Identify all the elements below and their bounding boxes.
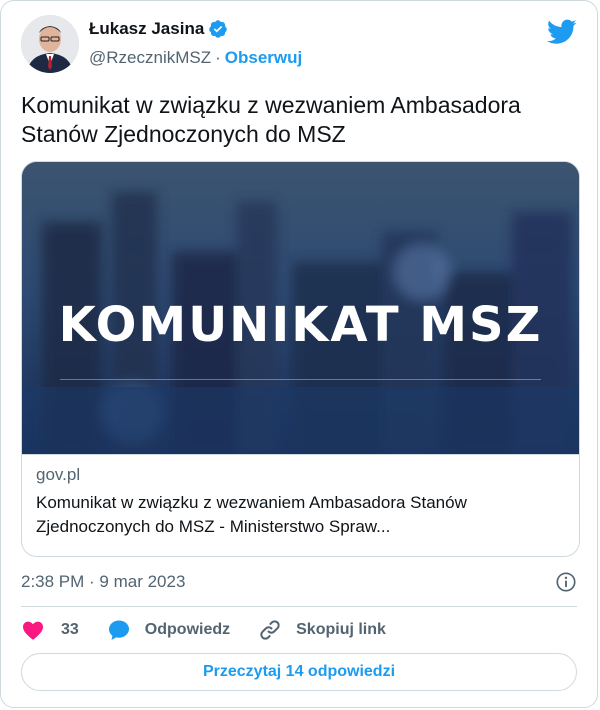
tweet-actions: 33 Odpowiedz Skopiuj link <box>21 616 577 644</box>
link-preview-image: KOMUNIKAT MSZ <box>22 162 579 454</box>
tweet-timestamp[interactable]: 2:38 PM · 9 mar 2023 <box>21 572 185 592</box>
like-button[interactable]: 33 <box>21 618 79 642</box>
tweet-header: Łukasz Jasina @RzecznikMSZ · Obserwuj <box>21 15 577 75</box>
copy-link-button[interactable]: Skopiuj link <box>258 618 386 642</box>
author-handle-row: @RzecznikMSZ · Obserwuj <box>89 48 302 68</box>
tweet-embed-card: Łukasz Jasina @RzecznikMSZ · Obserwuj Ko… <box>0 0 598 708</box>
link-image-divider <box>60 379 541 380</box>
avatar-portrait-icon <box>21 15 79 73</box>
reply-button[interactable]: Odpowiedz <box>107 618 230 642</box>
tweet-text: Komunikat w związku z wezwaniem Ambasado… <box>21 92 521 147</box>
read-replies-label: Przeczytaj 14 odpowiedzi <box>202 663 396 680</box>
verified-badge-icon <box>209 20 228 38</box>
copy-link-label: Skopiuj link <box>296 621 386 638</box>
link-image-title: KOMUNIKAT MSZ <box>58 297 543 353</box>
heart-icon <box>23 621 43 640</box>
speech-bubble-icon <box>108 620 129 640</box>
link-preview-meta: gov.pl Komunikat w związku z wezwaniem A… <box>22 454 579 556</box>
link-title: Komunikat w związku z wezwaniem Ambasado… <box>36 493 467 536</box>
divider <box>21 606 577 607</box>
author-avatar[interactable] <box>21 15 79 73</box>
link-preview-card[interactable]: KOMUNIKAT MSZ gov.pl Komunikat w związku… <box>21 161 580 557</box>
author-name-row: Łukasz Jasina <box>89 19 228 39</box>
link-domain: gov.pl <box>36 465 81 484</box>
separator-dot: · <box>215 48 221 67</box>
timestamp-row: 2:38 PM · 9 mar 2023 <box>21 570 577 594</box>
like-count: 33 <box>61 621 79 638</box>
author-handle[interactable]: @RzecznikMSZ <box>89 48 211 68</box>
link-icon <box>260 620 280 640</box>
reply-label: Odpowiedz <box>144 621 231 638</box>
author-name[interactable]: Łukasz Jasina <box>89 19 204 39</box>
twitter-bird-icon[interactable] <box>547 19 577 45</box>
info-icon[interactable] <box>555 571 577 593</box>
read-replies-button[interactable]: Przeczytaj 14 odpowiedzi <box>21 653 577 691</box>
follow-button[interactable]: Obserwuj <box>225 48 302 68</box>
